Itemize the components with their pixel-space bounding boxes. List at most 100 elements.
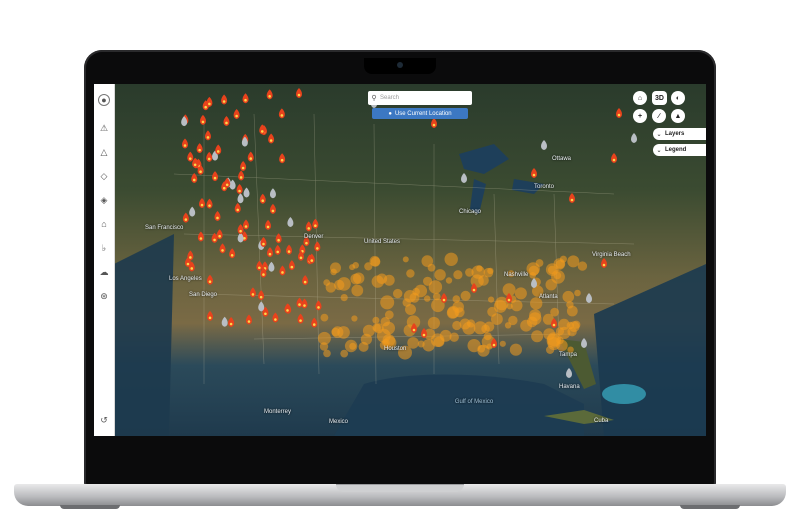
fire-marker[interactable] <box>258 290 265 301</box>
compass-button[interactable]: ◐ <box>671 91 685 105</box>
hotspot-marker[interactable] <box>434 269 446 281</box>
fire-marker[interactable] <box>206 274 213 285</box>
fire-marker[interactable] <box>182 212 189 223</box>
hotspot-marker[interactable] <box>433 292 441 301</box>
hotspot-marker[interactable] <box>340 349 349 358</box>
fire-marker[interactable] <box>216 229 223 240</box>
hotspot-marker[interactable] <box>566 305 578 317</box>
hotspot-marker[interactable] <box>421 255 434 267</box>
user-icon[interactable]: ● <box>98 94 110 106</box>
smoke-marker[interactable] <box>461 173 467 183</box>
hotspot-marker[interactable] <box>553 258 566 270</box>
smoke-marker[interactable] <box>237 193 244 204</box>
hotspot-marker[interactable] <box>452 320 462 331</box>
hotspot-marker[interactable] <box>424 295 431 302</box>
smoke-marker[interactable] <box>541 140 547 150</box>
fire-marker[interactable] <box>269 203 276 214</box>
hotspot-marker[interactable] <box>323 349 331 358</box>
fire-marker[interactable] <box>247 151 254 162</box>
hotspot-marker[interactable] <box>487 267 494 275</box>
fire-marker[interactable] <box>296 297 303 308</box>
hotspot-marker[interactable] <box>550 307 559 317</box>
hotspot-marker[interactable] <box>567 255 580 268</box>
warning-icon[interactable]: ⚠ <box>98 122 110 134</box>
fire-marker[interactable] <box>272 312 279 323</box>
legend-panel-toggle[interactable]: ⌄ Legend i <box>653 144 706 156</box>
fire-marker[interactable] <box>238 170 245 181</box>
fire-marker[interactable] <box>191 172 198 183</box>
smoke-marker[interactable] <box>258 301 265 312</box>
hotspot-marker[interactable] <box>412 287 420 296</box>
fire-marker[interactable] <box>431 118 437 128</box>
home-button[interactable]: ⌂ <box>633 91 647 105</box>
hotspot-marker[interactable] <box>476 265 483 272</box>
fire-marker[interactable] <box>234 202 241 213</box>
hotspot-marker[interactable] <box>460 290 471 301</box>
hotspot-marker[interactable] <box>506 303 513 310</box>
measure-button[interactable]: ∕ <box>652 109 666 123</box>
hotspot-marker[interactable] <box>380 317 390 327</box>
fire-marker[interactable] <box>187 250 194 261</box>
fire-marker[interactable] <box>229 248 236 259</box>
fire-marker[interactable] <box>274 244 281 255</box>
fire-marker[interactable] <box>197 231 204 242</box>
hotspot-marker[interactable] <box>325 282 336 293</box>
fire-marker[interactable] <box>288 260 295 271</box>
hotspot-marker[interactable] <box>371 275 384 288</box>
hotspot-marker[interactable] <box>402 298 411 307</box>
layers-panel-toggle[interactable]: ⌄ Layers ≡ <box>653 128 706 140</box>
fire-marker[interactable] <box>297 313 304 324</box>
hotspot-marker[interactable] <box>546 345 555 354</box>
antenna-icon[interactable]: ⊛ <box>98 290 110 302</box>
fire-marker[interactable] <box>237 224 244 235</box>
smoke-marker[interactable] <box>268 261 275 272</box>
fire-marker[interactable] <box>279 153 286 164</box>
smoke-marker[interactable] <box>221 316 228 327</box>
fire-marker[interactable] <box>228 317 235 328</box>
hotspot-marker[interactable] <box>528 312 542 325</box>
hotspot-marker[interactable] <box>465 268 474 277</box>
fire-marker[interactable] <box>266 247 273 258</box>
cloud-icon[interactable]: ☁ <box>98 266 110 278</box>
hotspot-marker[interactable] <box>545 279 557 291</box>
fire-marker[interactable] <box>312 218 319 229</box>
fire-marker[interactable] <box>611 153 617 163</box>
fire-marker[interactable] <box>192 157 199 168</box>
fire-marker[interactable] <box>236 183 243 194</box>
hotspot-marker[interactable] <box>562 290 575 303</box>
hotspot-marker[interactable] <box>317 331 331 345</box>
hotspot-marker[interactable] <box>320 313 329 322</box>
wildfire-map[interactable]: United States Mexico Cuba Gulf of Mexico… <box>114 84 706 436</box>
hotspot-marker[interactable] <box>574 289 581 297</box>
fire-marker[interactable] <box>265 219 272 230</box>
hotspot-marker[interactable] <box>340 294 348 302</box>
fire-marker[interactable] <box>259 193 266 204</box>
hotspot-marker[interactable] <box>402 256 409 263</box>
basemap-button[interactable]: ▲ <box>671 109 685 123</box>
hotspot-marker[interactable] <box>488 296 495 303</box>
smoke-marker[interactable] <box>189 206 196 217</box>
add-button[interactable]: + <box>633 109 647 123</box>
hotspot-marker[interactable] <box>444 252 458 266</box>
hotspot-marker[interactable] <box>453 270 463 280</box>
fire-marker[interactable] <box>243 219 250 230</box>
hotspot-marker[interactable] <box>509 343 522 356</box>
hotspot-marker[interactable] <box>439 329 452 342</box>
fire-marker[interactable] <box>286 244 293 255</box>
fire-marker[interactable] <box>215 144 222 155</box>
hotspot-marker[interactable] <box>535 259 544 267</box>
fire-marker[interactable] <box>421 328 427 338</box>
search-box[interactable]: ⚲ Search <box>368 91 472 105</box>
hotspot-marker[interactable] <box>380 295 395 310</box>
fire-marker[interactable] <box>221 94 228 105</box>
smoke-marker[interactable] <box>586 293 592 303</box>
diamond-alert-icon[interactable]: ◈ <box>98 194 110 206</box>
fire-marker[interactable] <box>268 133 275 144</box>
fire-marker[interactable] <box>296 88 302 98</box>
hotspot-marker[interactable] <box>553 271 562 280</box>
hotspot-marker[interactable] <box>393 288 403 299</box>
hotspot-marker[interactable] <box>351 315 358 322</box>
fire-marker[interactable] <box>240 160 247 171</box>
hotspot-marker[interactable] <box>372 316 380 324</box>
hotspot-marker[interactable] <box>423 276 433 286</box>
